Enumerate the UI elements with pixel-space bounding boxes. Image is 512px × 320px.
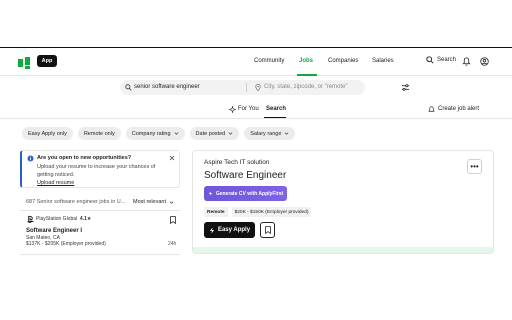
sparkle-icon: [229, 106, 236, 113]
company-name: PlayStation Global: [36, 216, 78, 222]
filter-label: Company rating: [131, 130, 171, 137]
nav-companies[interactable]: Companies: [328, 58, 358, 64]
filter-company-rating[interactable]: Company rating: [125, 127, 185, 140]
company-logo-icon: [26, 215, 35, 223]
chevron-down-icon: [228, 132, 233, 135]
chevron-down-icon: [174, 132, 178, 135]
bell-icon: [428, 106, 435, 112]
top-nav-bar: App Community Jobs Companies Salaries Se…: [0, 48, 512, 76]
bell-icon[interactable]: [462, 57, 471, 66]
filter-easy-apply[interactable]: Easy Apply only: [22, 127, 73, 140]
detail-job-title: Software Engineer: [204, 170, 287, 181]
info-icon: [27, 155, 34, 162]
list-divider: [20, 254, 180, 255]
generate-cv-button[interactable]: Generate CV with ApplyFirst: [204, 186, 287, 201]
star-icon: ★: [86, 216, 92, 222]
filter-label: Remote only: [83, 130, 115, 137]
search-icon: [125, 84, 132, 91]
header-search-label: Search: [437, 57, 457, 63]
nav-salaries[interactable]: Salaries: [372, 58, 394, 64]
search-icon: [426, 56, 434, 64]
job-tags: Remote $20K - $150K (Employer provided): [204, 207, 312, 217]
resume-upload-card: Are you open to new opportunities? Uploa…: [20, 150, 180, 188]
filter-label: Salary range: [250, 130, 282, 137]
profile-icon[interactable]: [480, 57, 489, 66]
nav-jobs[interactable]: Jobs: [299, 58, 313, 64]
search-divider: [246, 83, 247, 92]
list-divider: [20, 210, 180, 211]
keyword-search-input[interactable]: senior software engineer: [134, 84, 200, 90]
more-options-button[interactable]: •••: [467, 159, 482, 174]
tag-remote: Remote: [204, 207, 228, 217]
filter-label: Date posted: [195, 130, 226, 137]
header-search-button[interactable]: Search: [426, 56, 456, 64]
easy-apply-button[interactable]: Easy Apply: [204, 222, 255, 238]
job-list-item[interactable]: PlayStation Global 4.1★ Software Enginee…: [20, 213, 180, 253]
glassdoor-logo-icon[interactable]: [18, 57, 30, 69]
close-icon[interactable]: [169, 155, 175, 161]
nav-community[interactable]: Community: [254, 58, 284, 64]
sort-label: Most relevant: [133, 199, 167, 205]
detail-highlight-strip: [193, 247, 493, 253]
filter-remote-only[interactable]: Remote only: [77, 127, 121, 140]
detail-company[interactable]: Aspire Tech IT solution: [204, 159, 270, 166]
job-detail-panel: Aspire Tech IT solution ••• Software Eng…: [192, 150, 494, 254]
easy-apply-label: Easy Apply: [217, 227, 251, 233]
filter-chips: Easy Apply only Remote only Company rati…: [22, 127, 296, 140]
tag-salary: $20K - $150K (Employer provided): [231, 207, 312, 217]
generate-cv-label: Generate CV with ApplyFirst: [215, 190, 284, 197]
bookmark-icon[interactable]: [170, 216, 176, 224]
filter-label: Easy Apply only: [28, 130, 67, 137]
bookmark-icon: [264, 226, 271, 234]
job-salary: $137K - $205K (Employer provided): [26, 241, 106, 247]
job-age: 24h: [168, 241, 177, 247]
app-button[interactable]: App: [37, 55, 57, 67]
chevron-down-icon: [285, 132, 289, 135]
active-nav-underline: [297, 74, 317, 76]
resume-card-title: Are you open to new opportunities?: [37, 155, 132, 161]
results-count: 687 Senior software engineer jobs in U..…: [26, 199, 126, 205]
create-job-alert-button[interactable]: Create job alert: [438, 106, 479, 112]
sparkle-icon: [208, 191, 213, 196]
filter-salary-range[interactable]: Salary range: [244, 127, 296, 140]
job-company: PlayStation Global 4.1★: [36, 216, 91, 222]
filter-sliders-icon[interactable]: [401, 83, 410, 92]
tab-for-you[interactable]: For You: [238, 106, 259, 112]
filter-date-posted[interactable]: Date posted: [189, 127, 240, 140]
results-tabs: For You Search Create job alert: [0, 104, 512, 119]
upload-resume-link[interactable]: Upload resume: [37, 180, 74, 186]
chevron-down-icon: [169, 200, 174, 204]
tabs-divider: [0, 118, 512, 119]
save-job-button[interactable]: [260, 222, 275, 238]
company-rating: 4.1: [79, 216, 87, 222]
sort-dropdown[interactable]: Most relevant: [133, 199, 174, 205]
resume-card-body: Upload your resume to increase your chan…: [37, 164, 156, 178]
lightning-icon: [209, 226, 215, 234]
job-title[interactable]: Software Engineer I: [26, 228, 82, 234]
tab-search[interactable]: Search: [266, 106, 286, 112]
search-bar: senior software engineer City, state, zi…: [120, 80, 365, 95]
location-search-input[interactable]: City, state, zipcode, or "remote": [264, 84, 348, 90]
location-pin-icon: [255, 84, 261, 91]
